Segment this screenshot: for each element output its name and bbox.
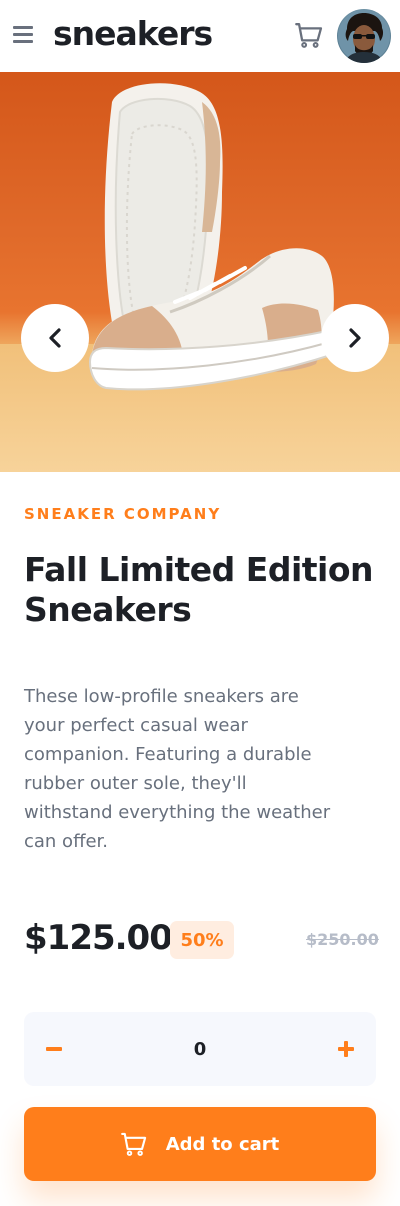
- increase-quantity-button[interactable]: [316, 1012, 376, 1086]
- decrease-quantity-button[interactable]: [24, 1012, 84, 1086]
- discount-badge: 50%: [170, 921, 234, 959]
- company-name: SNEAKER COMPANY: [24, 505, 222, 523]
- plus-icon: [338, 1041, 354, 1057]
- quantity-stepper: 0: [24, 1012, 376, 1086]
- current-price: $125.00: [24, 918, 173, 958]
- cart-icon: [120, 1132, 146, 1156]
- add-to-cart-label: Add to cart: [165, 1133, 280, 1155]
- product-title: Fall Limited Edition Sneakers: [24, 550, 374, 629]
- site-header: sneakers: [0, 0, 400, 72]
- original-price: $250.00: [306, 930, 379, 949]
- hamburger-menu-icon[interactable]: [13, 25, 33, 45]
- product-description: These low-profile sneakers are your perf…: [24, 686, 331, 852]
- minus-icon: [46, 1047, 62, 1051]
- product-image-gallery: [0, 72, 400, 472]
- sneaker-product-image: [88, 83, 338, 391]
- chevron-left-icon: [49, 328, 61, 348]
- menu-bar: [13, 26, 33, 29]
- menu-bar: [13, 33, 33, 36]
- user-avatar[interactable]: [337, 9, 391, 63]
- quantity-value: 0: [193, 1038, 207, 1060]
- chevron-right-icon: [349, 328, 361, 348]
- previous-image-button[interactable]: [21, 304, 89, 372]
- cart-icon[interactable]: [295, 22, 323, 48]
- menu-bar: [13, 40, 33, 43]
- next-image-button[interactable]: [321, 304, 389, 372]
- brand-logo[interactable]: sneakers: [53, 12, 213, 56]
- add-to-cart-button[interactable]: Add to cart: [24, 1107, 376, 1181]
